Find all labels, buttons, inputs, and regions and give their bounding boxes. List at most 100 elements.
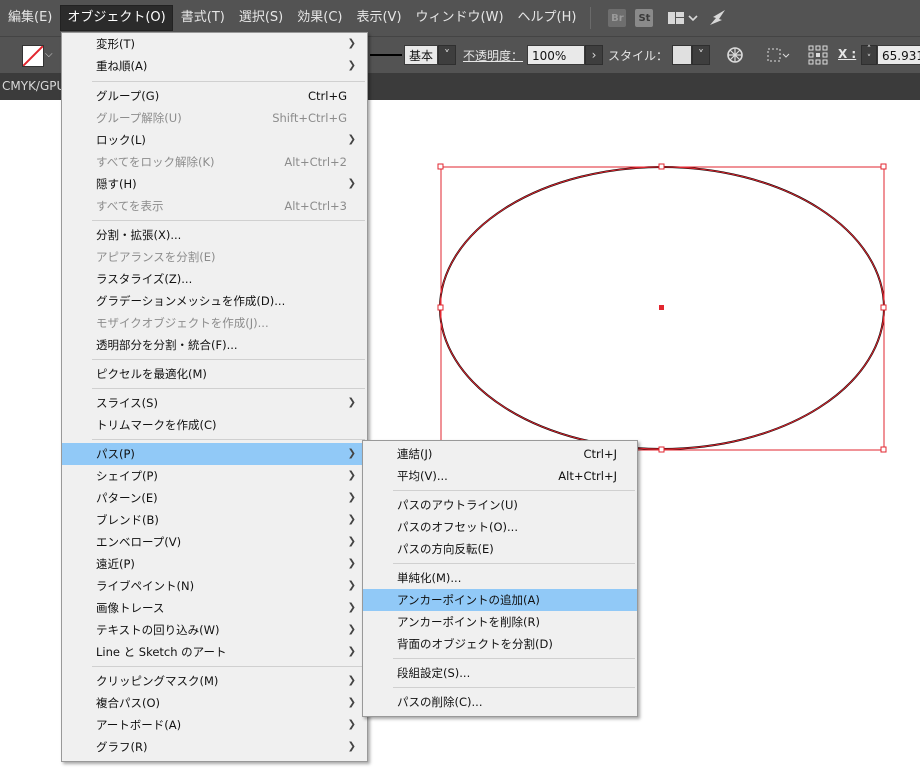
path-submenu-item-label: 背面のオブジェクトを分割(D) — [397, 637, 553, 651]
path-submenu: 連結(J) Ctrl+J 平均(V)... Alt+Ctrl+J パスのアウトライン(U… — [362, 440, 638, 717]
x-stepper[interactable]: ˄ ˅ — [861, 45, 877, 65]
stroke-profile-dropdown[interactable]: ˅ — [438, 45, 456, 65]
path-submenu-item[interactable]: パスの削除(C)... — [363, 691, 637, 713]
object-menu-item[interactable]: 隠す(H) ❯ — [62, 173, 367, 195]
bridge-icon[interactable]: Br — [608, 9, 627, 27]
menu-view[interactable]: 表示(V) — [350, 6, 407, 30]
chevron-right-icon: ❯ — [347, 697, 356, 708]
object-menu-item-label: ラスタライズ(Z)... — [96, 272, 193, 286]
object-menu-item[interactable]: トリムマークを作成(C) — [62, 414, 367, 436]
object-menu-item[interactable]: パス(P) ❯ — [62, 443, 367, 465]
object-menu-item[interactable]: すべてを表示 Alt+Ctrl+3 — [62, 195, 367, 217]
object-menu-item[interactable]: パターン(E) ❯ — [62, 487, 367, 509]
menu-select[interactable]: 選択(S) — [233, 6, 289, 30]
menu-edit[interactable]: 編集(E) — [2, 6, 58, 30]
menu-window[interactable]: ウィンドウ(W) — [410, 6, 510, 30]
document-tab[interactable]: CMYK/GPU — [0, 73, 65, 100]
object-menu-item[interactable]: 変形(T) ❯ — [62, 33, 367, 55]
object-menu-item-label: すべてをロック解除(K) — [96, 155, 215, 169]
path-submenu-item[interactable]: 段組設定(S)... — [363, 662, 637, 684]
object-menu-item-label: テキストの回り込み(W) — [96, 623, 220, 637]
object-menu-item[interactable]: ライブペイント(N) ❯ — [62, 575, 367, 597]
menu-help[interactable]: ヘルプ(H) — [512, 6, 583, 30]
path-submenu-item[interactable]: パスのアウトライン(U) — [363, 494, 637, 516]
path-submenu-item[interactable]: 背面のオブジェクトを分割(D) — [363, 633, 637, 655]
object-menu-item-label: アートボード(A) — [96, 718, 182, 732]
object-menu-item-label: 画像トレース — [96, 601, 165, 615]
opacity-field[interactable]: 100% — [527, 45, 585, 65]
x-field[interactable]: 65.931 — [877, 45, 920, 65]
path-submenu-item[interactable]: パスの方向反転(E) — [363, 538, 637, 560]
object-menu-item[interactable]: テキストの回り込み(W) ❯ — [62, 619, 367, 641]
object-menu-item-label: ライブペイント(N) — [96, 579, 195, 593]
opacity-flyout-button[interactable]: › — [585, 45, 603, 65]
object-menu-item-label: パス(P) — [96, 447, 135, 461]
object-menu-item[interactable]: グループ解除(U) Shift+Ctrl+G — [62, 107, 367, 129]
chevron-right-icon: ❯ — [347, 492, 356, 503]
path-submenu-item[interactable]: 平均(V)... Alt+Ctrl+J — [363, 465, 637, 487]
object-menu-item[interactable]: 複合パス(O) ❯ — [62, 692, 367, 714]
object-menu-item[interactable]: グラデーションメッシュを作成(D)... — [62, 290, 367, 312]
menu-separator — [393, 490, 635, 491]
path-submenu-item[interactable]: アンカーポイントの追加(A) — [363, 589, 637, 611]
center-point — [659, 305, 664, 310]
workspace-layout-icon[interactable] — [668, 10, 699, 26]
object-menu-item[interactable]: 遠近(P) ❯ — [62, 553, 367, 575]
stroke-profile-field[interactable]: 基本 — [404, 45, 438, 65]
path-submenu-item-label: パスのアウトライン(U) — [397, 498, 518, 512]
object-menu-item[interactable]: モザイクオブジェクトを作成(J)... — [62, 312, 367, 334]
object-menu-item[interactable]: アートボード(A) ❯ — [62, 714, 367, 736]
object-menu-item[interactable]: すべてをロック解除(K) Alt+Ctrl+2 — [62, 151, 367, 173]
object-menu-item[interactable]: 分割・拡張(X)... — [62, 224, 367, 246]
sync-icon[interactable] — [708, 9, 728, 27]
chevron-right-icon: ❯ — [347, 675, 356, 686]
stock-icon[interactable]: St — [635, 9, 654, 27]
chevron-down-icon[interactable]: ⌵ — [45, 49, 53, 60]
menu-separator — [92, 81, 365, 82]
object-menu-item[interactable]: 重ね順(A) ❯ — [62, 55, 367, 77]
path-submenu-item[interactable]: アンカーポイントを削除(R) — [363, 611, 637, 633]
menu-separator — [92, 359, 365, 360]
object-menu-item[interactable]: シェイプ(P) ❯ — [62, 465, 367, 487]
menu-separator — [393, 658, 635, 659]
path-submenu-item[interactable]: 単純化(M)... — [363, 567, 637, 589]
object-menu-item[interactable]: スライス(S) ❯ — [62, 392, 367, 414]
object-menu-item[interactable]: ロック(L) ❯ — [62, 129, 367, 151]
chevron-right-icon: ❯ — [347, 719, 356, 730]
path-submenu-item[interactable]: 連結(J) Ctrl+J — [363, 443, 637, 465]
object-menu-item[interactable]: Line と Sketch のアート ❯ — [62, 641, 367, 663]
menu-object[interactable]: オブジェクト(O) — [60, 5, 173, 31]
recolor-icon[interactable] — [726, 46, 744, 67]
object-menu: 変形(T) ❯ 重ね順(A) ❯ グループ(G) Ctrl+G グループ解除(U) Shift… — [61, 32, 368, 762]
menu-separator — [92, 439, 365, 440]
object-menu-item[interactable]: グループ(G) Ctrl+G — [62, 85, 367, 107]
menu-type[interactable]: 書式(T) — [175, 6, 231, 30]
path-submenu-item-label: パスの削除(C)... — [397, 695, 483, 709]
object-menu-item[interactable]: クリッピングマスク(M) ❯ — [62, 670, 367, 692]
reference-point-icon[interactable] — [808, 45, 828, 68]
object-menu-item-label: すべてを表示 — [96, 199, 164, 213]
object-menu-item[interactable]: ラスタライズ(Z)... — [62, 268, 367, 290]
menu-separator — [393, 563, 635, 564]
chevron-right-icon: ❯ — [347, 646, 356, 657]
chevron-right-icon: ❯ — [347, 741, 356, 752]
object-menu-item[interactable]: 画像トレース ❯ — [62, 597, 367, 619]
object-menu-item-label: グラデーションメッシュを作成(D)... — [96, 294, 286, 308]
path-submenu-item-shortcut: Ctrl+J — [583, 447, 618, 461]
object-menu-item[interactable]: アピアランスを分割(E) — [62, 246, 367, 268]
transform-box-icon[interactable] — [766, 46, 790, 67]
style-swatch[interactable] — [672, 45, 692, 65]
path-submenu-item[interactable]: パスのオフセット(O)... — [363, 516, 637, 538]
chevron-right-icon: ❯ — [347, 397, 356, 408]
object-menu-item[interactable]: ピクセルを最適化(M) — [62, 363, 367, 385]
style-dropdown[interactable]: ˅ — [692, 45, 710, 65]
path-submenu-item-label: 単純化(M)... — [397, 571, 462, 585]
object-menu-item[interactable]: ブレンド(B) ❯ — [62, 509, 367, 531]
object-menu-item[interactable]: エンベロープ(V) ❯ — [62, 531, 367, 553]
object-menu-item[interactable]: 透明部分を分割・統合(F)... — [62, 334, 367, 356]
menu-effect[interactable]: 効果(C) — [291, 6, 348, 30]
object-menu-item-label: 複合パス(O) — [96, 696, 161, 710]
object-menu-item[interactable]: グラフ(R) ❯ — [62, 736, 367, 758]
chevron-right-icon: ❯ — [347, 536, 356, 547]
stroke-swatch[interactable] — [22, 45, 44, 67]
